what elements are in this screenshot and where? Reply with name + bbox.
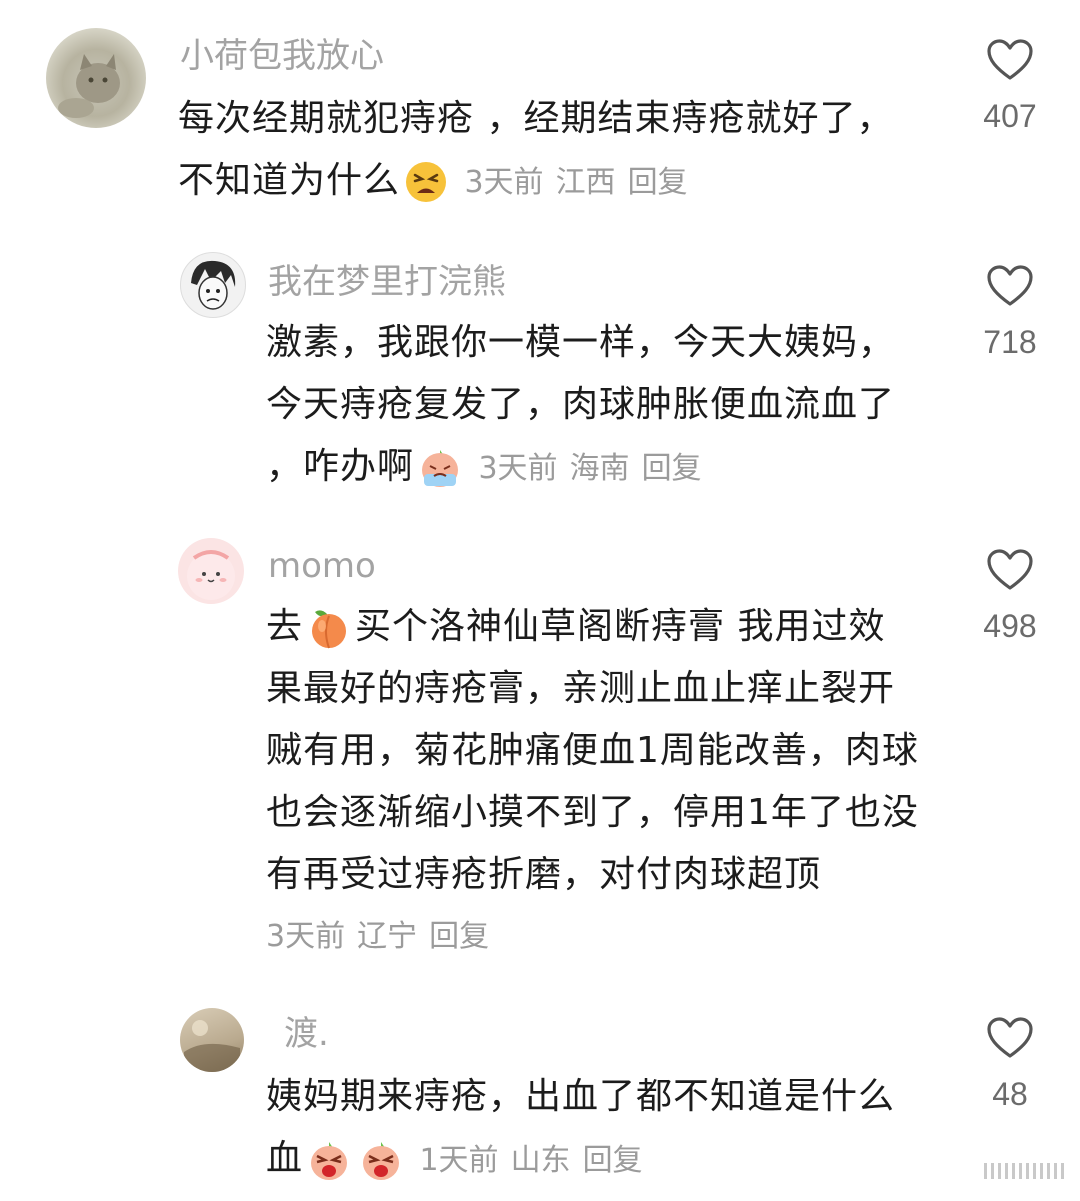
location: 海南 [569, 451, 630, 486]
timestamp: 1天前 [419, 1143, 499, 1178]
watermark-bars [984, 1163, 1064, 1179]
avatar[interactable] [180, 1008, 244, 1072]
reply-button[interactable]: 回复 [642, 451, 702, 486]
comment-meta: 3天前 辽宁 回复 [266, 906, 919, 968]
comment-line-text: 去 [266, 606, 304, 647]
comment-line-text: 买个洛神仙草阁断痔膏 我用过效 [355, 606, 886, 647]
like-count: 718 [983, 324, 1037, 360]
comment-line: 姨妈期来痔疮，出血了都不知道是什么 [266, 1076, 896, 1117]
comment-line: ，咋办啊 3天前 海南 回复 [266, 436, 895, 500]
peach-shouting-emoji-icon [307, 1138, 351, 1182]
comment-line-text: ，咋办啊 [266, 446, 415, 487]
comment-line: 有再受过痔疮折磨，对付肉球超顶 [266, 854, 822, 895]
like-button[interactable]: 407 [970, 38, 1050, 136]
comment-meta: 3天前 江西 回复 [464, 165, 699, 200]
location: 辽宁 [357, 919, 418, 954]
pink-blob-avatar-icon [187, 550, 235, 600]
location: 江西 [555, 165, 616, 200]
username[interactable]: momo [268, 544, 376, 588]
username[interactable]: 小荷包我放心 [180, 34, 384, 78]
comment-meta: 3天前 海南 回复 [478, 451, 713, 486]
comment-line: 不知道为什么 3天前 江西 回复 [178, 150, 893, 214]
like-count: 407 [983, 98, 1037, 134]
comment-text: 激素，我跟你一模一样，今天大姨妈， 今天痔疮复发了，肉球肿胀便血流血了 ，咋办啊… [266, 312, 895, 500]
comment-line: 今天痔疮复发了，肉球肿胀便血流血了 [266, 384, 896, 425]
comment-line: 去 买个洛神仙草阁断痔膏 我用过效 [266, 596, 919, 658]
peach-emoji-icon [307, 606, 351, 650]
location: 山东 [510, 1143, 571, 1178]
photo-avatar-icon [184, 1020, 240, 1072]
comment-text: 去 买个洛神仙草阁断痔膏 我用过效 果最好的痔疮膏，亲测止血止痒止裂开 贼有用，… [266, 596, 919, 968]
comment-line: 每次经期就犯痔疮 ，经期结束痔疮就好了， [178, 98, 894, 139]
username[interactable]: 渡. [284, 1012, 329, 1056]
avatar[interactable] [178, 538, 244, 604]
heart-outline-icon[interactable] [986, 548, 1034, 592]
reply-button[interactable]: 回复 [429, 919, 489, 954]
avatar[interactable] [180, 252, 246, 318]
reply-button[interactable]: 回复 [583, 1143, 643, 1178]
heart-outline-icon[interactable] [986, 1016, 1034, 1060]
peach-crying-emoji-icon [418, 446, 462, 490]
comment-line: 也会逐渐缩小摸不到了，停用1年了也没 [266, 792, 919, 833]
avatar[interactable] [46, 28, 146, 128]
like-count: 498 [983, 608, 1037, 644]
peach-shouting-emoji-icon [359, 1138, 403, 1182]
comment-meta: 1天前 山东 回复 [419, 1143, 654, 1178]
timestamp: 3天前 [266, 919, 346, 954]
tired-face-emoji-icon [404, 160, 448, 204]
like-button[interactable]: 718 [970, 264, 1050, 362]
comment-line: 激素，我跟你一模一样，今天大姨妈， [266, 322, 896, 363]
like-count: 48 [992, 1076, 1028, 1112]
like-button[interactable]: 498 [970, 548, 1050, 646]
comment-text: 姨妈期来痔疮，出血了都不知道是什么 血 1天前 山东 回复 [266, 1066, 895, 1192]
manga-face-avatar-icon [191, 260, 236, 310]
heart-outline-icon[interactable] [986, 264, 1034, 308]
timestamp: 3天前 [478, 451, 558, 486]
comment-line: 贼有用，菊花肿痛便血1周能改善，肉球 [266, 730, 919, 771]
reply-button[interactable]: 回复 [628, 165, 688, 200]
comment-line-text: 不知道为什么 [178, 160, 401, 201]
timestamp: 3天前 [464, 165, 544, 200]
like-button[interactable]: 48 [970, 1016, 1050, 1114]
cat-avatar-icon [58, 54, 120, 118]
comment-line: 果最好的痔疮膏，亲测止血止痒止裂开 [266, 668, 896, 709]
comment-line: 血 1天前 山东 回复 [266, 1128, 895, 1192]
comment-line-text: 血 [266, 1138, 304, 1179]
comment-text: 每次经期就犯痔疮 ，经期结束痔疮就好了， 不知道为什么 3天前 江西 回复 [178, 88, 893, 214]
username[interactable]: 我在梦里打浣熊 [268, 260, 506, 304]
heart-outline-icon[interactable] [986, 38, 1034, 82]
